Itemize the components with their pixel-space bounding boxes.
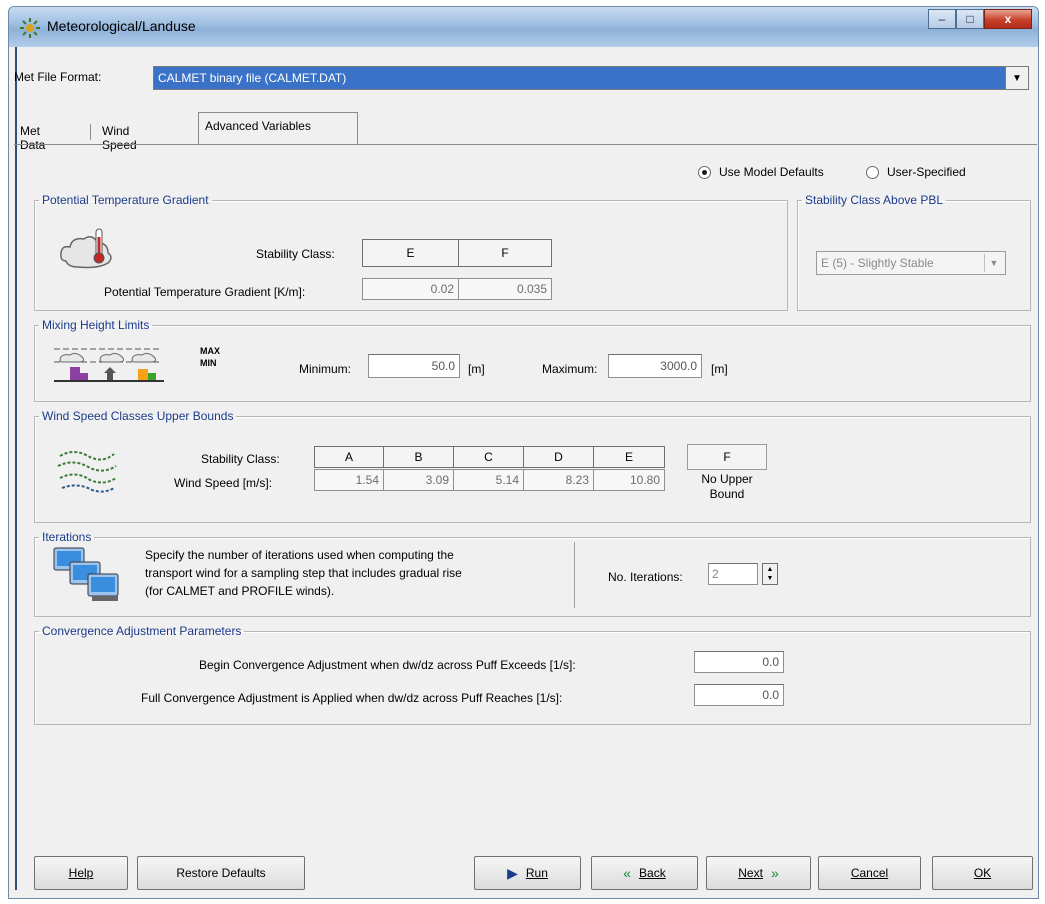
close-button[interactable]: x	[984, 9, 1032, 29]
wind-class-a: A	[314, 446, 384, 468]
mixing-max-input[interactable]: 3000.0	[608, 354, 702, 378]
iterations-spinner[interactable]: ▲ ▼	[762, 563, 778, 585]
convergence-group: Convergence Adjustment Parameters	[34, 624, 1031, 725]
back-chevrons-icon: «	[623, 865, 632, 881]
ptg-value-f[interactable]: 0.035	[458, 278, 552, 300]
cancel-button[interactable]: Cancel	[818, 856, 921, 890]
weather-app-icon	[20, 18, 40, 38]
next-label: Next	[738, 866, 763, 880]
wind-stability-label: Stability Class:	[201, 452, 280, 466]
pbl-stability-value: E (5) - Slightly Stable	[821, 256, 934, 270]
tab-separator	[90, 124, 91, 140]
wind-class-b: B	[383, 446, 454, 468]
use-model-defaults-label: Use Model Defaults	[719, 165, 824, 179]
radio-selected-icon	[698, 165, 711, 179]
tab-advanced-variables[interactable]: Advanced Variables	[198, 112, 358, 144]
iterations-desc-line3: (for CALMET and PROFILE winds).	[145, 584, 335, 598]
mixing-min-label: Minimum:	[299, 362, 352, 376]
convergence-begin-label: Begin Convergence Adjustment when dw/dz …	[199, 658, 576, 672]
met-file-format-value: CALMET binary file (CALMET.DAT)	[158, 71, 347, 85]
chevron-down-icon: ▼	[984, 254, 1003, 272]
help-button[interactable]: Help	[34, 856, 128, 890]
ok-button[interactable]: OK	[932, 856, 1033, 890]
wind-speed-d[interactable]: 8.23	[523, 469, 594, 491]
next-button[interactable]: Next »	[706, 856, 811, 890]
convergence-title: Convergence Adjustment Parameters	[42, 624, 242, 638]
mixing-max-label: Maximum:	[542, 362, 598, 376]
mixing-title: Mixing Height Limits	[42, 318, 150, 332]
maximize-button[interactable]: □	[956, 9, 984, 29]
mixing-height-group: Mixing Height Limits	[34, 318, 1031, 402]
title-bar: Meteorological/Landuse – □ x	[9, 7, 1038, 47]
convergence-full-label: Full Convergence Adjustment is Applied w…	[141, 691, 563, 705]
chevron-down-icon[interactable]: ▼	[1005, 67, 1028, 89]
wind-speed-a[interactable]: 1.54	[314, 469, 384, 491]
wind-speed-label: Wind Speed [m/s]:	[174, 476, 273, 490]
pbl-title: Stability Class Above PBL	[805, 193, 944, 207]
window-controls: – □ x	[928, 9, 1032, 29]
met-file-label: Met File Format:	[14, 70, 102, 84]
ptg-title: Potential Temperature Gradient	[42, 193, 209, 207]
radio-unselected-icon	[866, 165, 879, 179]
spin-down-icon[interactable]: ▼	[767, 574, 774, 583]
wind-class-d: D	[523, 446, 594, 468]
spin-up-icon[interactable]: ▲	[767, 565, 774, 574]
iterations-input[interactable]: 2	[708, 563, 758, 585]
restore-defaults-button[interactable]: Restore Defaults	[137, 856, 305, 890]
ptg-gradient-label: Potential Temperature Gradient [K/m]:	[104, 285, 306, 299]
mixing-icon-min: MIN	[200, 358, 217, 368]
run-label: Run	[525, 866, 548, 880]
mixing-max-unit: [m]	[711, 362, 728, 376]
met-file-format-select[interactable]: CALMET binary file (CALMET.DAT) ▼	[153, 66, 1029, 90]
wind-no-upper-bound: No Upper Bound	[701, 472, 753, 501]
mixing-min-input[interactable]: 50.0	[368, 354, 460, 378]
play-icon: ▶	[507, 864, 518, 881]
iterations-divider	[574, 542, 575, 608]
ptg-class-e: E	[362, 239, 459, 267]
ptg-stability-label: Stability Class:	[256, 247, 335, 261]
mixing-icon-max: MAX	[200, 346, 220, 356]
tab-met-data[interactable]: Met Data	[14, 120, 51, 152]
wind-speed-c[interactable]: 5.14	[453, 469, 524, 491]
convergence-begin-input[interactable]: 0.0	[694, 651, 784, 673]
help-label: Help	[68, 866, 94, 880]
run-button[interactable]: ▶ Run	[474, 856, 581, 890]
ptg-class-f: F	[458, 239, 552, 267]
wind-speed-b[interactable]: 3.09	[383, 469, 454, 491]
wind-speed-e[interactable]: 10.80	[593, 469, 665, 491]
iterations-desc-line2: transport wind for a sampling step that …	[145, 566, 462, 580]
user-specified-radio[interactable]: User-Specified	[866, 165, 966, 179]
window-title: Meteorological/Landuse	[47, 18, 196, 34]
pbl-stability-select[interactable]: E (5) - Slightly Stable ▼	[816, 251, 1006, 275]
minimize-button[interactable]: –	[928, 9, 956, 29]
convergence-full-input[interactable]: 0.0	[694, 684, 784, 706]
user-specified-label: User-Specified	[887, 165, 966, 179]
restore-label: Restore Defaults	[176, 866, 266, 880]
ok-label: OK	[973, 866, 992, 880]
tab-label: Advanced Variables	[205, 119, 311, 133]
back-label: Back	[639, 866, 666, 880]
next-chevrons-icon: »	[770, 865, 779, 881]
iterations-desc-line1: Specify the number of iterations used wh…	[145, 548, 454, 562]
computers-icon	[53, 547, 119, 601]
wind-class-c: C	[453, 446, 524, 468]
wind-class-e: E	[593, 446, 665, 468]
mixing-min-unit: [m]	[468, 362, 485, 376]
back-button[interactable]: « Back	[591, 856, 698, 890]
ptg-value-e[interactable]: 0.02	[362, 278, 459, 300]
tab-wind-speed[interactable]: Wind Speed	[96, 120, 143, 152]
cancel-label: Cancel	[850, 866, 889, 880]
iterations-label: No. Iterations:	[608, 570, 683, 584]
use-model-defaults-radio[interactable]: Use Model Defaults	[698, 165, 824, 179]
wind-class-f: F	[687, 444, 767, 470]
mixing-height-icon	[54, 348, 164, 382]
thermometer-cloud-icon	[60, 228, 112, 269]
wind-title: Wind Speed Classes Upper Bounds	[42, 409, 234, 423]
iterations-title: Iterations	[42, 530, 92, 544]
wind-icon	[57, 451, 117, 493]
